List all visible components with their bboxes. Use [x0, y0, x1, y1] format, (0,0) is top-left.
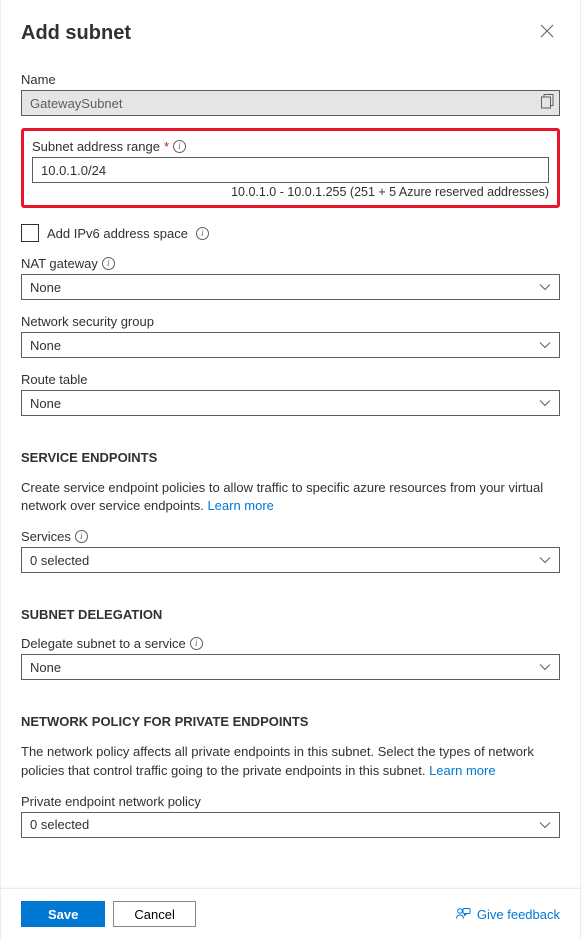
- info-icon[interactable]: i: [75, 530, 88, 543]
- info-icon[interactable]: i: [196, 227, 209, 240]
- delegate-label: Delegate subnet to a service: [21, 636, 186, 651]
- close-icon: [540, 24, 554, 38]
- subnet-range-input[interactable]: [32, 157, 549, 183]
- subnet-range-hint: 10.0.1.0 - 10.0.1.255 (251 + 5 Azure res…: [32, 185, 549, 199]
- feedback-icon: [455, 906, 471, 922]
- section-subnet-delegation: SUBNET DELEGATION: [21, 607, 560, 622]
- services-label: Services: [21, 529, 71, 544]
- chevron-down-icon: [539, 661, 551, 673]
- copy-icon[interactable]: [541, 94, 554, 112]
- chevron-down-icon: [539, 281, 551, 293]
- chevron-down-icon: [539, 339, 551, 351]
- panel-scroll-area[interactable]: Name Subnet address range * i 10.0.1.0 -…: [1, 58, 580, 888]
- service-endpoints-learn-more[interactable]: Learn more: [207, 498, 273, 513]
- nat-gateway-value: None: [30, 280, 61, 295]
- chevron-down-icon: [539, 397, 551, 409]
- nsg-value: None: [30, 338, 61, 353]
- info-icon[interactable]: i: [102, 257, 115, 270]
- services-value: 0 selected: [30, 553, 89, 568]
- close-button[interactable]: [534, 18, 560, 48]
- chevron-down-icon: [539, 819, 551, 831]
- subnet-range-label: Subnet address range: [32, 139, 160, 154]
- cancel-button[interactable]: Cancel: [113, 901, 195, 927]
- delegate-select[interactable]: None: [21, 654, 560, 680]
- private-endpoint-value: 0 selected: [30, 817, 89, 832]
- section-service-endpoints: SERVICE ENDPOINTS: [21, 450, 560, 465]
- network-policy-learn-more[interactable]: Learn more: [429, 763, 495, 778]
- ipv6-checkbox[interactable]: [21, 224, 39, 242]
- nat-gateway-select[interactable]: None: [21, 274, 560, 300]
- info-icon[interactable]: i: [190, 637, 203, 650]
- route-table-value: None: [30, 396, 61, 411]
- name-label: Name: [21, 72, 56, 87]
- panel-title: Add subnet: [21, 22, 131, 45]
- service-endpoints-desc: Create service endpoint policies to allo…: [21, 479, 560, 515]
- route-table-select[interactable]: None: [21, 390, 560, 416]
- section-network-policy: NETWORK POLICY FOR PRIVATE ENDPOINTS: [21, 714, 560, 729]
- route-table-label: Route table: [21, 372, 88, 387]
- network-policy-desc: The network policy affects all private e…: [21, 743, 560, 779]
- nat-gateway-label: NAT gateway: [21, 256, 98, 271]
- required-indicator: *: [164, 139, 169, 154]
- services-select[interactable]: 0 selected: [21, 547, 560, 573]
- save-button[interactable]: Save: [21, 901, 105, 927]
- nsg-select[interactable]: None: [21, 332, 560, 358]
- info-icon[interactable]: i: [173, 140, 186, 153]
- chevron-down-icon: [539, 554, 551, 566]
- subnet-range-highlight: Subnet address range * i 10.0.1.0 - 10.0…: [21, 128, 560, 208]
- delegate-value: None: [30, 660, 61, 675]
- private-endpoint-label: Private endpoint network policy: [21, 794, 201, 809]
- private-endpoint-select[interactable]: 0 selected: [21, 812, 560, 838]
- ipv6-label: Add IPv6 address space: [47, 226, 188, 241]
- name-input: [21, 90, 560, 116]
- give-feedback-link[interactable]: Give feedback: [455, 906, 560, 922]
- nsg-label: Network security group: [21, 314, 154, 329]
